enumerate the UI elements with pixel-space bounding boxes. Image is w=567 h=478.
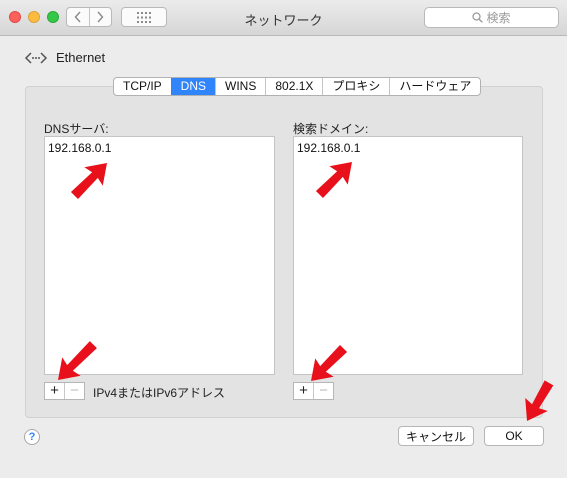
dns-servers-label: DNSサーバ: [44, 122, 109, 136]
dns-add-button[interactable]: + [45, 383, 64, 399]
search-domain-entry[interactable]: 192.168.0.1 [297, 141, 360, 155]
domain-add-button[interactable]: + [294, 383, 313, 399]
tab-dns[interactable]: DNS [170, 78, 216, 95]
title-bar: ネットワーク 検索 [0, 0, 567, 36]
search-icon [472, 12, 484, 23]
tab-8021x[interactable]: 802.1X [265, 78, 322, 95]
tab-wins[interactable]: WINS [215, 78, 265, 95]
tab-proxy[interactable]: プロキシ [322, 78, 389, 95]
help-button[interactable]: ? [24, 429, 40, 445]
search-domains-label: 検索ドメイン: [293, 122, 369, 136]
domain-remove-button[interactable]: − [313, 383, 333, 399]
ethernet-icon [24, 51, 48, 64]
dns-servers-add-remove: + − [44, 382, 85, 400]
search-placeholder: 検索 [486, 11, 511, 25]
ok-button[interactable]: OK [484, 426, 544, 446]
tab-hardware[interactable]: ハードウェア [389, 78, 480, 95]
search-domains-add-remove: + − [293, 382, 334, 400]
dns-remove-button[interactable]: − [64, 383, 84, 399]
cancel-button[interactable]: キャンセル [398, 426, 474, 446]
search-field[interactable]: 検索 [424, 7, 559, 28]
interface-name: Ethernet [56, 50, 106, 65]
dns-servers-list[interactable]: 192.168.0.1 [44, 136, 275, 375]
interface-header: Ethernet [24, 50, 105, 65]
dns-address-hint: IPv4またはIPv6アドレス [93, 386, 226, 400]
tab-tcpip[interactable]: TCP/IP [114, 78, 171, 95]
settings-tabs: TCP/IP DNS WINS 802.1X プロキシ ハードウェア [113, 77, 482, 96]
dns-server-entry[interactable]: 192.168.0.1 [48, 141, 111, 155]
search-domains-list[interactable]: 192.168.0.1 [293, 136, 523, 375]
